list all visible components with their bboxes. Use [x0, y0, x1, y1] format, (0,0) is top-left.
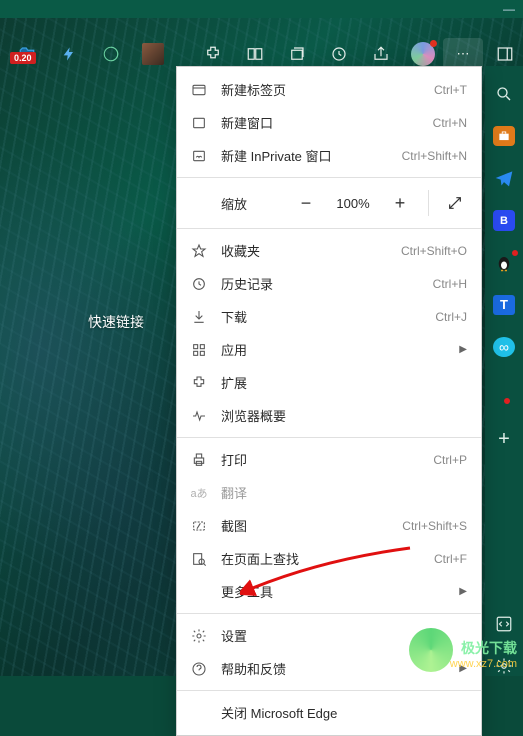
pulse-icon: [189, 408, 209, 424]
menu-new-window[interactable]: 新建窗口 Ctrl+N: [177, 106, 481, 139]
help-icon: [189, 661, 209, 677]
penguin-icon[interactable]: [493, 253, 515, 273]
extensions-toolbar-icon[interactable]: [192, 40, 234, 68]
translate-icon: aあ: [189, 485, 209, 501]
menu-new-tab[interactable]: 新建标签页 Ctrl+T: [177, 73, 481, 106]
profile-avatar[interactable]: [402, 40, 444, 68]
baidu-icon[interactable]: B: [493, 210, 515, 230]
menu-browser-overview[interactable]: 浏览器概要: [177, 399, 481, 432]
share-icon[interactable]: [360, 40, 402, 68]
puzzle-icon: [189, 375, 209, 391]
fullscreen-icon[interactable]: [441, 195, 469, 211]
download-icon: [189, 309, 209, 325]
right-sidebar: B T ∞ +: [485, 66, 523, 676]
quick-links-label: 快速链接: [88, 312, 144, 332]
zoom-label: 缩放: [221, 194, 282, 213]
history-icon: [189, 276, 209, 292]
menu-screenshot[interactable]: 截图 Ctrl+Shift+S: [177, 509, 481, 542]
menu-downloads[interactable]: 下载 Ctrl+J: [177, 300, 481, 333]
print-icon: [189, 452, 209, 468]
apps-icon: [189, 342, 209, 358]
menu-apps[interactable]: 应用 ▶: [177, 333, 481, 366]
menu-zoom-row: 缩放 − 100% +: [177, 183, 481, 223]
menu-close-edge[interactable]: 关闭 Microsoft Edge: [177, 696, 481, 729]
watermark: 极光下载 www.xz7.com: [450, 638, 517, 670]
inprivate-icon: [189, 148, 209, 164]
split-screen-icon[interactable]: [234, 40, 276, 68]
lightning-icon[interactable]: [48, 40, 90, 68]
menu-find[interactable]: 在页面上查找 Ctrl+F: [177, 542, 481, 575]
zoom-value: 100%: [330, 196, 376, 211]
new-tab-icon: [189, 82, 209, 98]
settings-gear-icon: [189, 628, 209, 644]
menu-more-tools[interactable]: 更多工具 ▶: [177, 575, 481, 608]
menu-extensions[interactable]: 扩展: [177, 366, 481, 399]
avatar-thumbnail[interactable]: [132, 40, 174, 68]
chevron-right-icon: ▶: [459, 344, 467, 355]
code-icon[interactable]: [493, 614, 515, 634]
briefcase-icon[interactable]: [493, 126, 515, 146]
menu-history[interactable]: 历史记录 Ctrl+H: [177, 267, 481, 300]
new-window-icon: [189, 115, 209, 131]
menu-favorites[interactable]: 收藏夹 Ctrl+Shift+O: [177, 234, 481, 267]
screenshot-icon: [189, 518, 209, 534]
t-icon[interactable]: T: [493, 295, 515, 315]
find-icon: [189, 551, 209, 567]
chevron-right-icon: ▶: [459, 586, 467, 597]
menu-translate: aあ 翻译: [177, 476, 481, 509]
cloud-icon[interactable]: ∞: [493, 337, 515, 357]
history-toolbar-icon[interactable]: [318, 40, 360, 68]
add-icon[interactable]: +: [493, 429, 515, 451]
collections-icon[interactable]: [276, 40, 318, 68]
badge-label: 0.20: [10, 52, 36, 64]
sidebar-dot: [501, 401, 507, 407]
zoom-out-button[interactable]: −: [290, 189, 322, 217]
search-icon[interactable]: [493, 84, 515, 104]
spiral-icon[interactable]: [90, 40, 132, 68]
star-icon: [189, 243, 209, 259]
menu-print[interactable]: 打印 Ctrl+P: [177, 443, 481, 476]
sidebar-toggle-icon[interactable]: [493, 42, 517, 66]
menu-shortcut: Ctrl+T: [434, 83, 467, 97]
browser-toolbar: — ⋯ 0.20: [0, 0, 523, 66]
menu-separator: [177, 177, 481, 178]
menu-new-inprivate[interactable]: 新建 InPrivate 窗口 Ctrl+Shift+N: [177, 139, 481, 172]
window-minimize-button[interactable]: —: [503, 2, 515, 16]
zoom-in-button[interactable]: +: [384, 189, 416, 217]
menu-label: 新建标签页: [221, 80, 422, 99]
watermark-logo: [409, 628, 453, 672]
telegram-icon[interactable]: [493, 168, 515, 188]
toolbar-icon-row: [0, 40, 487, 68]
